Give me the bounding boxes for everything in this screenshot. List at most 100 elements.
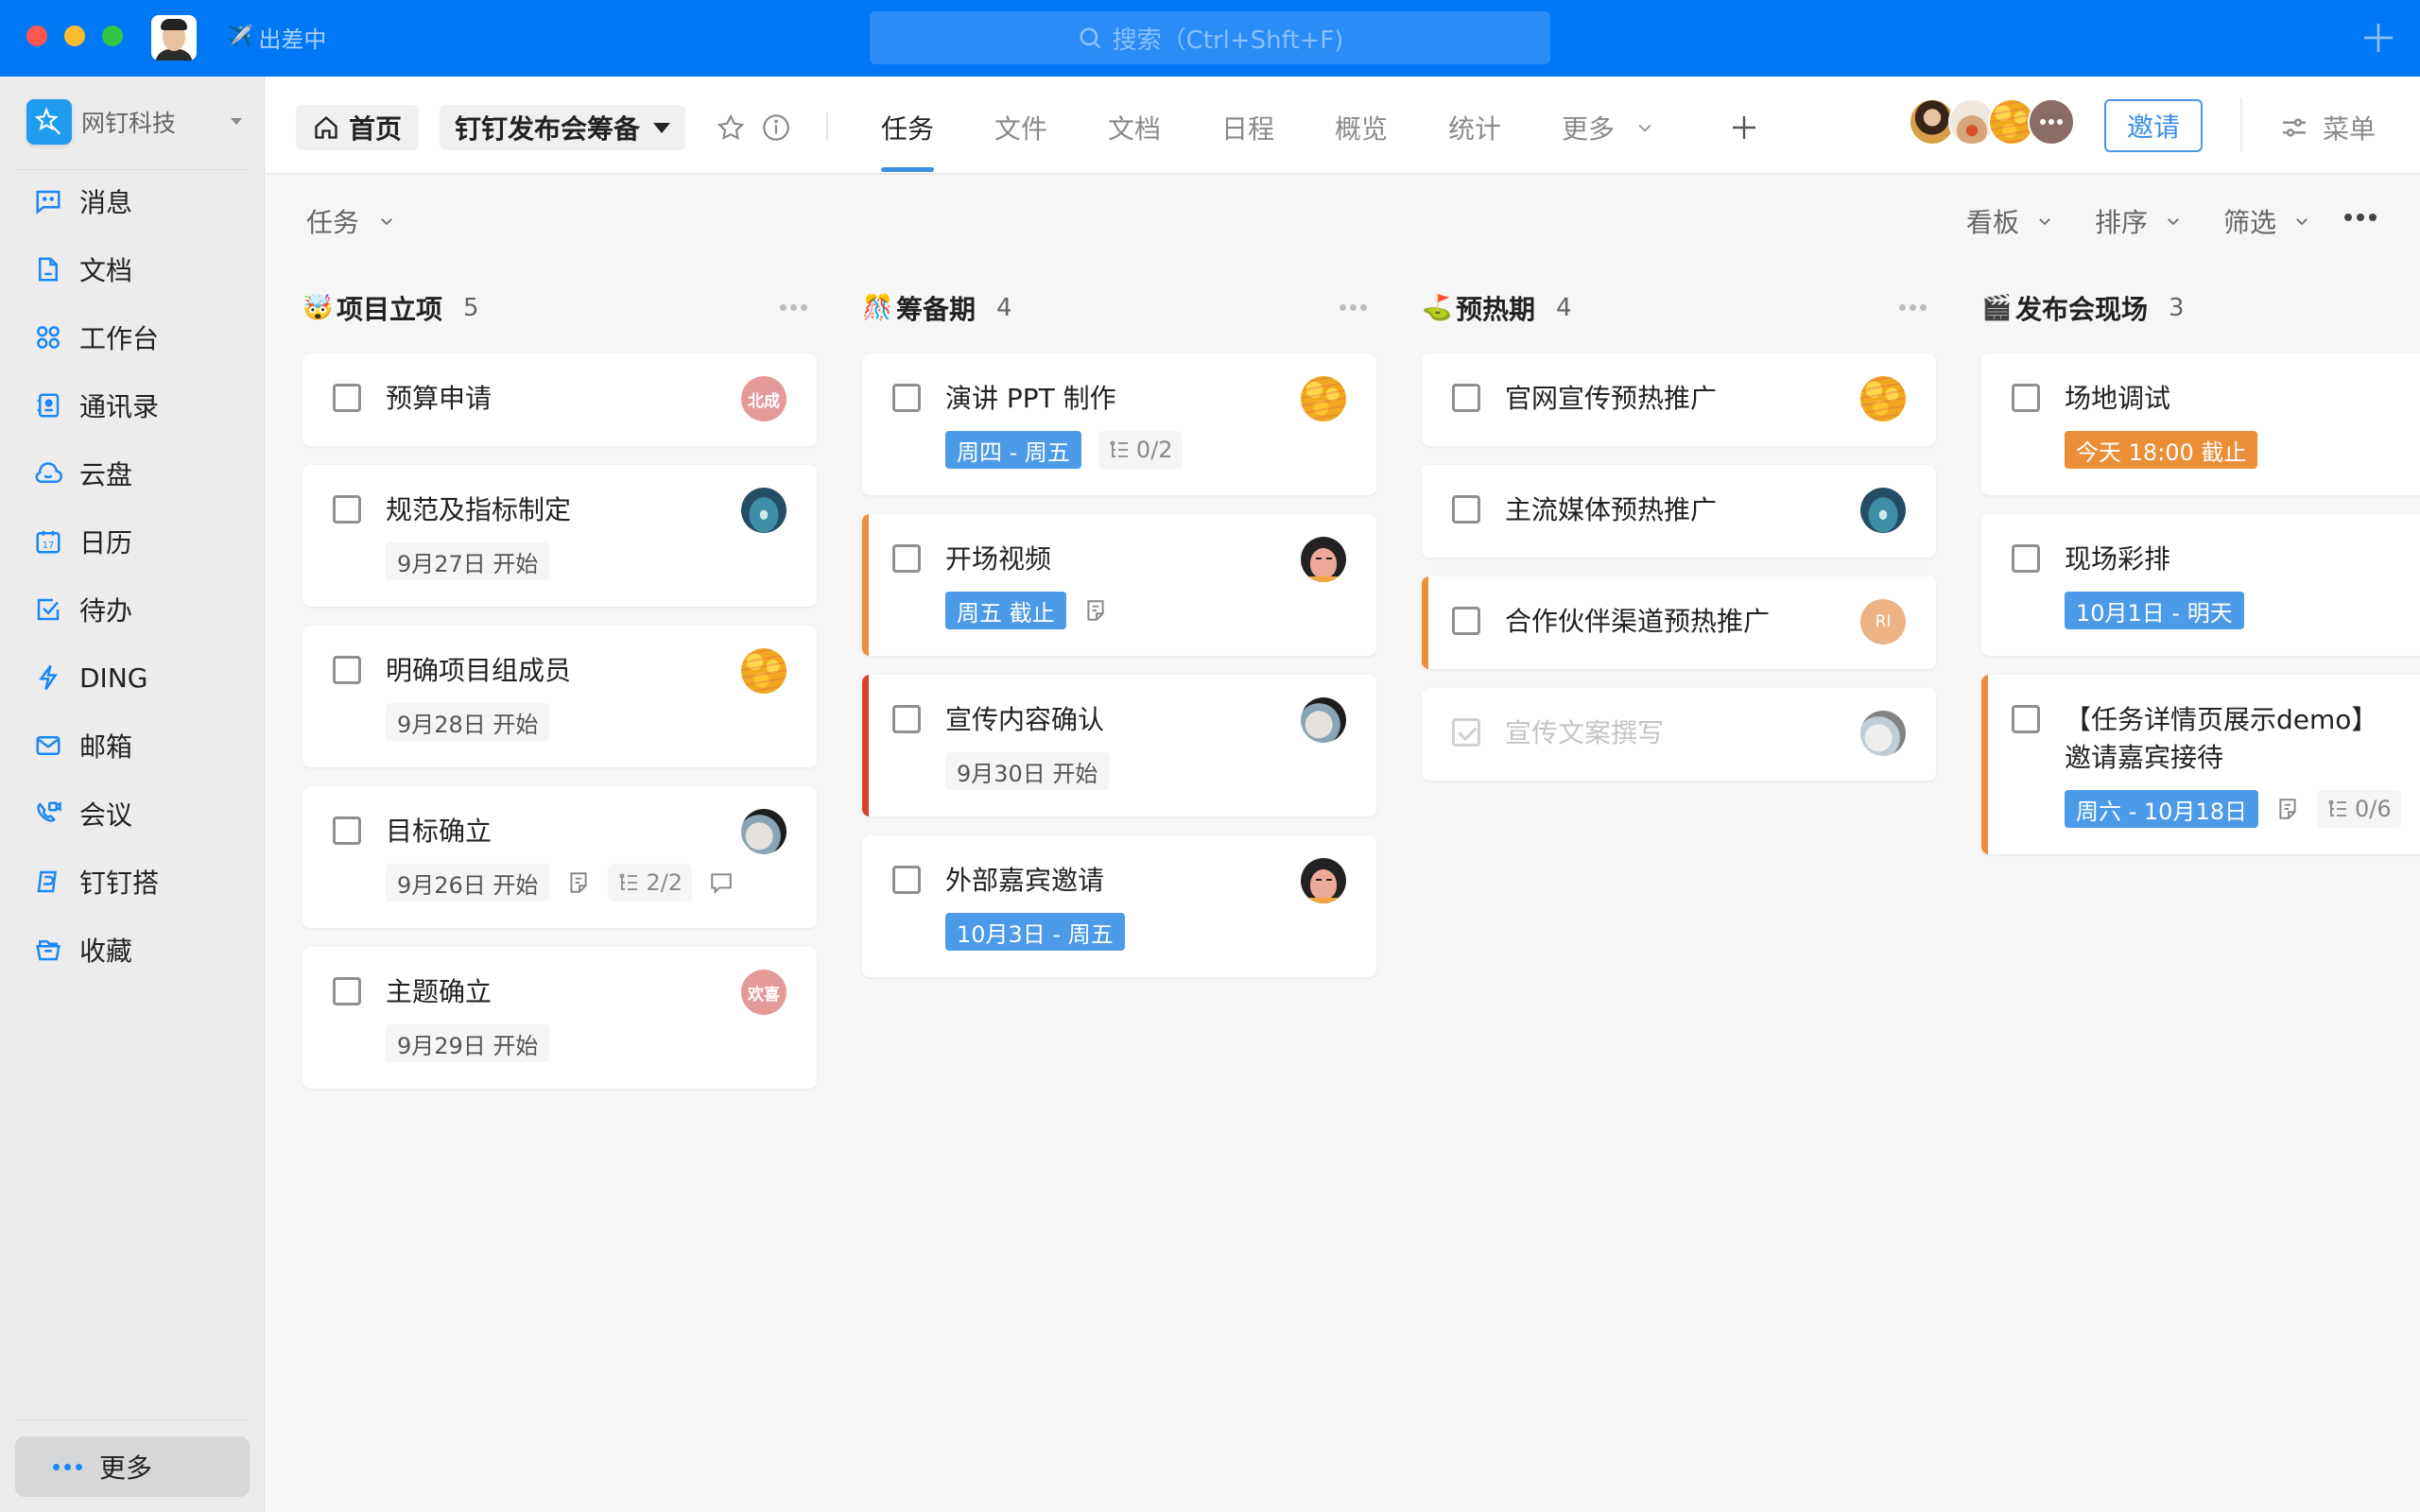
assignee-avatar[interactable]: [741, 488, 786, 533]
more-options-button[interactable]: [2344, 214, 2377, 221]
task-checkbox[interactable]: [892, 866, 921, 894]
assignee-avatar[interactable]: [741, 809, 786, 854]
sidebar-item-calendar[interactable]: 17 日历: [0, 507, 265, 576]
sidebar-item-contacts[interactable]: 通讯录: [0, 371, 265, 439]
task-card[interactable]: 宣传内容确认 9月30日 开始: [862, 675, 1376, 816]
task-date-tag: 9月30日 开始: [945, 752, 1110, 790]
add-tab-icon[interactable]: [1729, 112, 1759, 143]
assignee-avatar[interactable]: [1301, 537, 1346, 582]
task-checkbox[interactable]: [2012, 544, 2040, 573]
sidebar-item-dingda[interactable]: 钉钉搭: [0, 848, 265, 916]
task-card[interactable]: 场地调试 今天 18:00 截止: [1981, 353, 2420, 495]
task-meta: 10月1日 - 明天: [2065, 592, 2420, 629]
sidebar-item-mail[interactable]: 邮箱: [0, 712, 265, 780]
menu-button[interactable]: 菜单: [2279, 105, 2376, 150]
star-icon[interactable]: [716, 112, 746, 143]
sidebar-item-favorites[interactable]: 收藏: [0, 916, 265, 984]
tab-schedule[interactable]: 日程: [1221, 105, 1274, 150]
sidebar-item-ding[interactable]: DING: [0, 644, 265, 712]
task-card[interactable]: 外部嘉宾邀请 10月3日 - 周五: [862, 835, 1376, 977]
assignee-avatar[interactable]: [741, 648, 786, 694]
task-card[interactable]: 现场彩排 10月1日 - 明天: [1981, 514, 2420, 656]
task-checkbox[interactable]: [892, 705, 921, 733]
task-checkbox[interactable]: [892, 544, 921, 573]
task-card[interactable]: 目标确立 9月26日 开始 2/2: [302, 786, 817, 928]
assignee-avatar[interactable]: [1301, 376, 1346, 421]
view-selector[interactable]: 任务: [306, 202, 395, 240]
sidebar-item-docs[interactable]: 文档: [0, 235, 265, 303]
task-checkbox[interactable]: [333, 495, 361, 524]
task-card[interactable]: 主题确立 9月29日 开始 欢喜: [302, 947, 817, 1089]
sort-dropdown[interactable]: 排序: [2095, 202, 2182, 240]
task-checkbox[interactable]: [333, 384, 361, 412]
window-minimize-button[interactable]: [64, 26, 85, 46]
task-checkbox[interactable]: [2012, 705, 2040, 733]
project-members[interactable]: [1909, 98, 2075, 146]
task-date-tag: 9月26日 开始: [386, 864, 550, 902]
subtask-progress[interactable]: 2/2: [608, 864, 693, 902]
home-button[interactable]: 首页: [296, 105, 420, 150]
subtask-progress[interactable]: 0/2: [1098, 431, 1183, 469]
task-checkbox[interactable]: [1452, 607, 1480, 635]
column-count: 4: [1556, 294, 1572, 322]
task-card[interactable]: 宣传文案撰写: [1422, 688, 1936, 781]
sidebar-item-meeting[interactable]: 会议: [0, 780, 265, 848]
task-checkbox[interactable]: [333, 977, 361, 1005]
task-card[interactable]: 【任务详情页展示demo】邀请嘉宾接待 周六 - 10月18日 0/6: [1981, 675, 2420, 854]
subtask-progress[interactable]: 0/6: [2317, 790, 2401, 828]
board-view-dropdown[interactable]: 看板: [1966, 202, 2053, 240]
task-card[interactable]: 演讲 PPT 制作 周四 - 周五 0/2: [862, 353, 1376, 495]
assignee-avatar[interactable]: [1301, 697, 1346, 743]
new-plus-icon[interactable]: [2360, 19, 2397, 57]
tab-stats[interactable]: 统计: [1448, 105, 1501, 150]
user-status[interactable]: ✈️ 出差中: [227, 21, 326, 54]
assignee-avatar[interactable]: [1860, 711, 1906, 756]
sidebar-item-workbench[interactable]: 工作台: [0, 303, 265, 371]
task-card[interactable]: 预算申请 北成: [302, 353, 817, 446]
assignee-avatar[interactable]: 欢喜: [741, 970, 786, 1015]
assignee-avatar[interactable]: 北成: [741, 376, 786, 421]
task-checkbox[interactable]: [1452, 718, 1480, 747]
filter-dropdown[interactable]: 筛选: [2223, 202, 2310, 240]
assignee-avatar[interactable]: RI: [1860, 599, 1906, 644]
global-search-input[interactable]: 搜索（Ctrl+Shft+F): [870, 11, 1550, 64]
org-switcher[interactable]: 网钉科技: [26, 99, 253, 145]
task-checkbox[interactable]: [1452, 384, 1480, 412]
comment-icon[interactable]: [709, 870, 734, 895]
task-checkbox[interactable]: [333, 656, 361, 684]
tab-files[interactable]: 文件: [994, 105, 1047, 150]
info-icon[interactable]: [761, 112, 791, 143]
sidebar-item-more[interactable]: 更多: [15, 1436, 250, 1497]
window-close-button[interactable]: [26, 26, 47, 46]
assignee-avatar[interactable]: [1860, 376, 1906, 421]
tab-docs[interactable]: 文档: [1108, 105, 1161, 150]
chevron-down-icon: [2039, 218, 2050, 226]
project-name: 钉钉发布会筹备: [455, 113, 641, 145]
task-card[interactable]: 官网宣传预热推广: [1422, 353, 1936, 446]
tab-tasks[interactable]: 任务: [881, 105, 934, 150]
task-checkbox[interactable]: [333, 816, 361, 845]
my-avatar[interactable]: [151, 15, 197, 60]
invite-button[interactable]: 邀请: [2104, 99, 2203, 152]
column-more-icon[interactable]: [1340, 304, 1367, 311]
task-checkbox[interactable]: [892, 384, 921, 412]
window-zoom-button[interactable]: [102, 26, 123, 46]
tab-more[interactable]: 更多: [1562, 105, 1654, 150]
task-card[interactable]: 开场视频 周五 截止: [862, 514, 1376, 656]
sidebar-item-cloud-drive[interactable]: 云盘: [0, 439, 265, 507]
task-checkbox[interactable]: [2012, 384, 2040, 412]
task-card[interactable]: 合作伙伴渠道预热推广 RI: [1422, 576, 1936, 669]
assignee-avatar[interactable]: [1860, 488, 1906, 533]
tab-overview[interactable]: 概览: [1335, 105, 1388, 150]
column-emoji-icon: 🎊: [862, 294, 893, 322]
assignee-avatar[interactable]: [1301, 858, 1346, 903]
task-checkbox[interactable]: [1452, 495, 1480, 524]
task-card[interactable]: 规范及指标制定 9月27日 开始: [302, 465, 817, 607]
sidebar-item-todo[interactable]: 待办: [0, 576, 265, 644]
task-card[interactable]: 主流媒体预热推广: [1422, 465, 1936, 558]
sidebar-item-messages[interactable]: 消息: [0, 167, 265, 235]
column-more-icon[interactable]: [780, 304, 807, 311]
project-switcher[interactable]: 钉钉发布会筹备: [440, 105, 686, 150]
task-card[interactable]: 明确项目组成员 9月28日 开始: [302, 626, 817, 767]
column-more-icon[interactable]: [1899, 304, 1927, 311]
